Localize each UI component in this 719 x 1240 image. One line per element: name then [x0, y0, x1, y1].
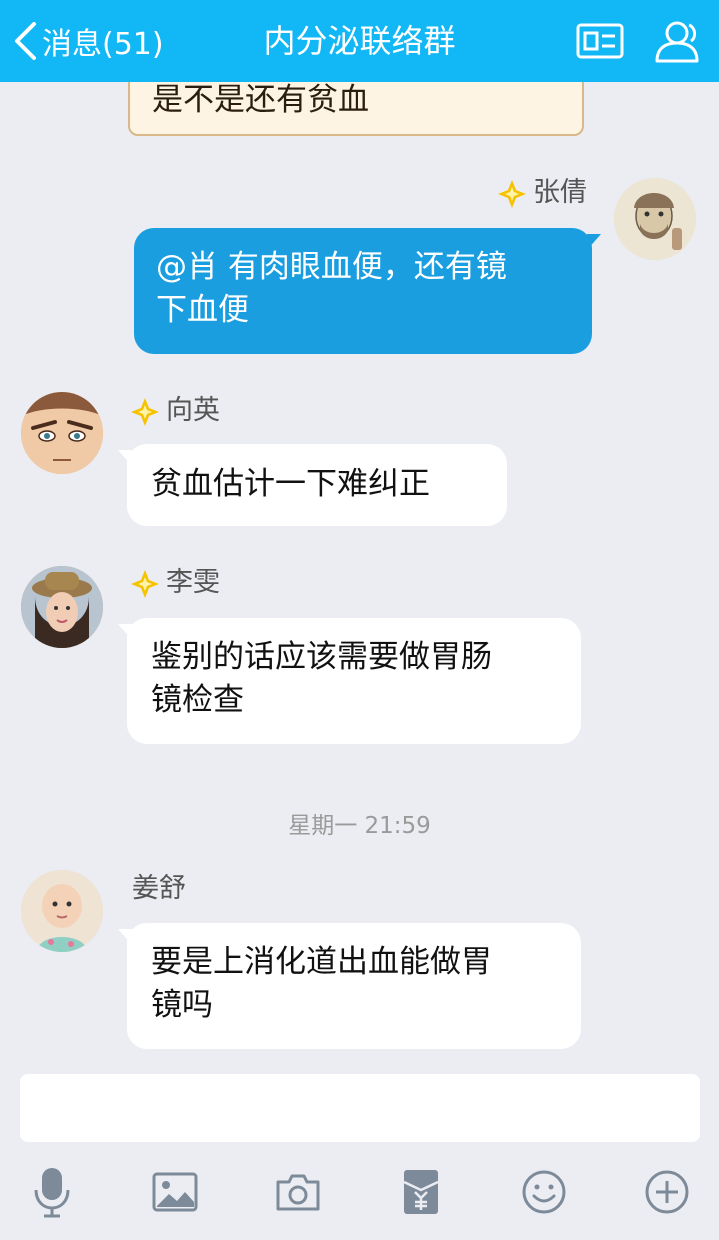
red-envelope-button[interactable]	[393, 1164, 449, 1220]
message-text-line: 要是上消化道出血能做胃	[151, 944, 492, 980]
message-text-line: 镜吗	[151, 987, 213, 1023]
nav-bar: 消息(51) 内分泌联络群	[0, 0, 719, 82]
chevron-left-icon	[15, 22, 36, 60]
message-card-partial[interactable]: 是不是还有贫血	[128, 82, 584, 136]
avatar[interactable]	[614, 178, 696, 260]
group-members-icon	[655, 21, 699, 63]
message-text-line: 镜检查	[151, 682, 244, 718]
message-text-line: @肖 有肉眼血便，还有镜	[156, 249, 507, 285]
message-bubble[interactable]: 贫血估计一下难纠正	[118, 444, 507, 526]
message-text-line: 下血便	[156, 292, 249, 328]
sender-name: 李雯	[130, 566, 220, 600]
message-bubble[interactable]: 鉴别的话应该需要做胃肠 镜检查	[118, 618, 581, 744]
more-button[interactable]	[639, 1164, 695, 1220]
sender-name: 姜舒	[132, 873, 186, 904]
red-envelope-icon	[403, 1170, 439, 1214]
group-members-button[interactable]	[651, 16, 703, 66]
sender-name: 张倩	[497, 176, 587, 210]
group-profile-button[interactable]	[574, 16, 626, 66]
plus-icon	[645, 1170, 689, 1214]
message-text: 是不是还有贫血	[152, 82, 369, 118]
avatar-image	[21, 566, 103, 648]
image-button[interactable]	[147, 1164, 203, 1220]
avatar-image	[614, 178, 696, 260]
voice-button[interactable]	[24, 1164, 80, 1220]
composer	[0, 1060, 719, 1240]
image-icon	[152, 1172, 198, 1212]
avatar-image	[21, 870, 103, 952]
back-label: 消息(51)	[42, 27, 164, 62]
emoji-button[interactable]	[516, 1164, 572, 1220]
message-bubble[interactable]: 要是上消化道出血能做胃 镜吗	[118, 923, 581, 1049]
message-text-line: 贫血估计一下难纠正	[151, 466, 430, 502]
camera-button[interactable]	[270, 1164, 326, 1220]
diamond-badge-icon	[498, 179, 526, 208]
avatar[interactable]	[21, 566, 103, 648]
message-bubble[interactable]: @肖 有肉眼血便，还有镜 下血便	[134, 228, 601, 354]
timestamp: 星期一 21:59	[288, 813, 431, 839]
message-text-line: 鉴别的话应该需要做胃肠	[151, 639, 492, 675]
sender-name: 向英	[130, 394, 220, 428]
diamond-badge-icon	[131, 397, 159, 426]
emoji-icon	[522, 1170, 566, 1214]
microphone-icon	[34, 1168, 70, 1218]
avatar[interactable]	[21, 870, 103, 952]
message-input[interactable]	[20, 1074, 700, 1142]
message-list[interactable]: 是不是还有贫血 张倩 @肖 有肉眼血便，还有镜 下血便 向英 贫血估计一下难纠正…	[0, 82, 719, 1060]
avatar-image	[21, 392, 103, 474]
avatar[interactable]	[21, 392, 103, 474]
back-button[interactable]: 消息(51)	[12, 20, 164, 62]
diamond-badge-icon	[131, 569, 159, 598]
camera-icon	[276, 1174, 320, 1211]
profile-card-icon	[576, 23, 624, 59]
